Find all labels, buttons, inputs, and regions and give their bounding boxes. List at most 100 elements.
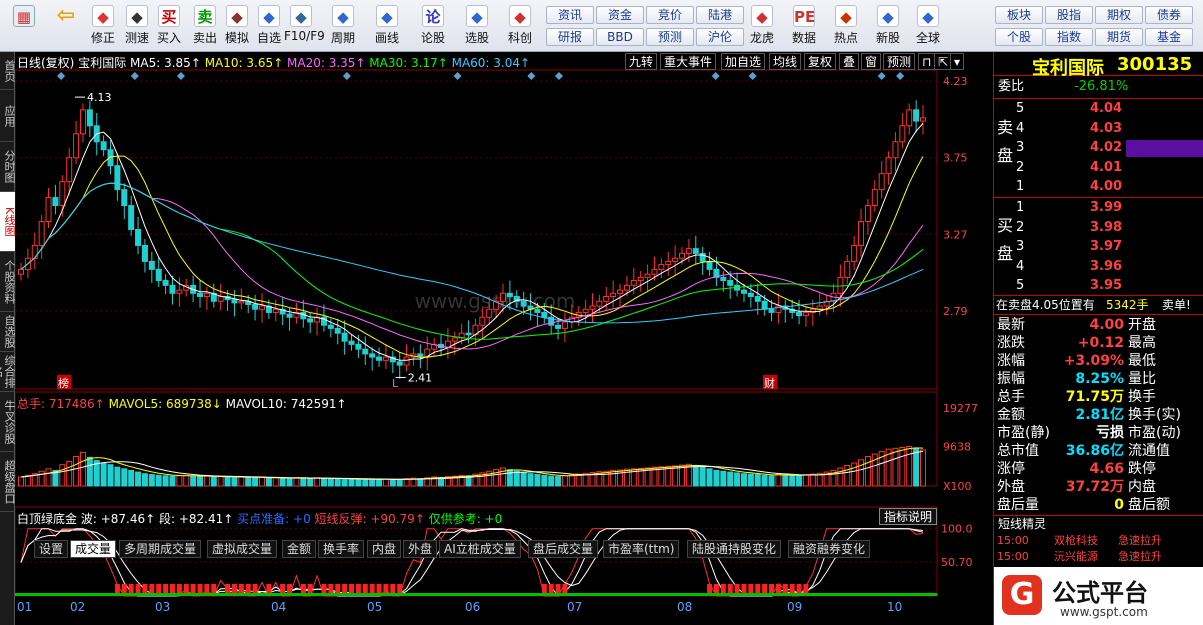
left-tab[interactable]: 自选股 xyxy=(0,312,16,352)
volume-bar xyxy=(376,478,383,487)
bid-price: 3.96 xyxy=(1090,258,1123,274)
ma60-label: MA60: 3.04↑ xyxy=(451,56,531,70)
indicator-help-button[interactable]: 指标说明 xyxy=(879,508,938,525)
toolbar-button-5[interactable]: ◆ 自选 xyxy=(252,3,286,49)
stat-row: 涨停 4.66 跌停 xyxy=(994,460,1203,478)
volume-bar xyxy=(231,476,238,487)
quick-link[interactable]: 陆港 xyxy=(696,6,744,24)
toolbar-button-6[interactable]: ◆ F10/F9 xyxy=(284,3,325,49)
volume-tab[interactable]: 内盘 xyxy=(367,540,402,558)
left-tab[interactable]: 牛叉诊股 xyxy=(0,392,16,452)
indicator-buy-ready: 买点准备: +0 xyxy=(237,512,311,526)
chart-chip[interactable]: 加自选 xyxy=(721,53,766,70)
candle-body xyxy=(885,157,892,175)
toolbar-button-9[interactable]: 论论股 xyxy=(416,3,450,49)
toolbar-button-3[interactable]: 卖卖出 xyxy=(188,3,222,49)
chart-chip[interactable]: 均线 xyxy=(769,53,802,70)
quick-link[interactable]: 期货 xyxy=(1095,28,1143,46)
quick-link[interactable]: BBD xyxy=(596,28,644,46)
quick-link[interactable]: 期权 xyxy=(1095,6,1143,24)
quick-link[interactable]: 沪伦 xyxy=(696,28,744,46)
left-tab[interactable]: 个股资料 xyxy=(0,252,16,312)
elves-event: 急速拉升 xyxy=(1118,550,1162,563)
quick-link[interactable]: 研报 xyxy=(546,28,594,46)
chart-chip[interactable]: 复权 xyxy=(804,53,837,70)
volume-tab[interactable]: 陆股通持股变化 xyxy=(687,540,782,558)
volume-bar xyxy=(114,466,121,487)
toolbar-button-2[interactable]: 买买入 xyxy=(152,3,186,49)
quick-link[interactable]: 股指 xyxy=(1045,6,1093,24)
toolbar-button-8[interactable]: ◆ 画线 xyxy=(370,3,404,49)
volume-bar xyxy=(100,462,107,487)
toolbar-button-16[interactable]: ◆ 全球 xyxy=(908,3,948,49)
elves-row[interactable]: 15:00 沅兴能源 急速拉升 xyxy=(994,549,1203,565)
quick-link[interactable]: 指数 xyxy=(1045,28,1093,46)
volume-tab[interactable]: 虚拟成交量 xyxy=(207,540,278,558)
volume-bar xyxy=(761,474,768,487)
toolbar-button-14[interactable]: ◆ 热点 xyxy=(826,3,866,49)
volume-tab[interactable]: AI立桩成交量 xyxy=(439,540,521,558)
volume-tab[interactable]: 金额 xyxy=(282,540,317,558)
toolbar-button-11[interactable]: ◆ 科创 xyxy=(500,3,540,49)
toolbar-button-4[interactable]: ◆ 模拟 xyxy=(220,3,254,49)
candle-body xyxy=(644,273,651,278)
volume-tab[interactable]: 融资融券变化 xyxy=(788,540,871,558)
indicator-low-bar xyxy=(225,584,231,593)
grid-menu-icon[interactable]: ▦ xyxy=(4,3,44,49)
ask-row: 3 4.02 xyxy=(994,139,1203,157)
chart-chip[interactable]: 预测 xyxy=(883,53,916,70)
quick-link[interactable]: 预测 xyxy=(646,28,694,46)
toolbar-button-15[interactable]: ◆ 新股 xyxy=(868,3,908,49)
dropdown-icon[interactable]: ▾ xyxy=(950,53,965,70)
chart-chip[interactable]: 叠 xyxy=(839,53,860,70)
chart-chip[interactable]: 重大事件 xyxy=(660,53,717,70)
left-tab[interactable]: 超级盘口 xyxy=(0,452,16,512)
volume-tab[interactable]: 成交量 xyxy=(70,540,117,558)
candle-body xyxy=(341,332,348,342)
candle-body xyxy=(486,308,493,318)
volume-tab[interactable]: 设置 xyxy=(34,540,69,558)
left-tab[interactable]: 应用 xyxy=(0,90,16,142)
left-tab[interactable]: K线图 xyxy=(0,192,16,252)
candle-body xyxy=(135,229,142,246)
quick-link[interactable]: 个股 xyxy=(995,28,1043,46)
toolbar-button-10[interactable]: ◆ 选股 xyxy=(460,3,494,49)
bid-level: 3 xyxy=(1016,239,1025,254)
toolbar-button-7[interactable]: ◆ 周期 xyxy=(326,3,360,49)
stat-label-2: 内盘 xyxy=(1128,479,1156,495)
left-tab[interactable]: 首页 xyxy=(0,52,16,90)
quick-link[interactable]: 资讯 xyxy=(546,6,594,24)
elves-row[interactable]: 15:00 双枪科技 急速拉升 xyxy=(994,533,1203,549)
toolbar-button-12[interactable]: ◆ 龙虎 xyxy=(742,3,782,49)
toolbar-button-0[interactable]: ◆ 修正 xyxy=(86,3,120,49)
candle-body xyxy=(740,289,747,294)
indicator-low-bar xyxy=(383,584,389,593)
toolbar-button-13[interactable]: PE 数据 xyxy=(784,3,824,49)
volume-tab[interactable]: 市盈率(ttm) xyxy=(603,540,680,558)
candle-body xyxy=(148,260,155,270)
chart-chip[interactable]: 窗 xyxy=(861,53,882,70)
volume-bar xyxy=(913,447,920,487)
quick-link[interactable]: 债券 xyxy=(1145,6,1193,24)
candle-body xyxy=(382,356,389,361)
quick-link[interactable]: 基金 xyxy=(1145,28,1193,46)
toolbar-button-1[interactable]: ◆ 测速 xyxy=(120,3,154,49)
left-tab[interactable]: 分时图 xyxy=(0,142,16,192)
volume-bar xyxy=(768,475,775,487)
sell-note-text: 在卖盘4.05位置有 xyxy=(996,298,1095,312)
quick-link[interactable]: 板块 xyxy=(995,6,1043,24)
left-tab[interactable]: 综合排名 xyxy=(0,352,16,392)
indicator-low-bar xyxy=(755,584,761,593)
lock-icon[interactable]: ⊓ xyxy=(918,53,936,70)
volume-tab[interactable]: 外盘 xyxy=(403,540,438,558)
quick-link[interactable]: 资金 xyxy=(596,6,644,24)
quick-link[interactable]: 竞价 xyxy=(646,6,694,24)
candle-body xyxy=(114,165,121,191)
volume-tab[interactable]: 多周期成交量 xyxy=(119,540,202,558)
back-arrow-icon[interactable]: ⇦ xyxy=(48,3,84,49)
volume-tab[interactable]: 盘后成交量 xyxy=(528,540,599,558)
toolbar-button-label: 画线 xyxy=(374,31,399,45)
indicator-low-bar xyxy=(121,584,127,593)
chart-chip[interactable]: 九转 xyxy=(625,53,658,70)
volume-tab[interactable]: 换手率 xyxy=(318,540,365,558)
